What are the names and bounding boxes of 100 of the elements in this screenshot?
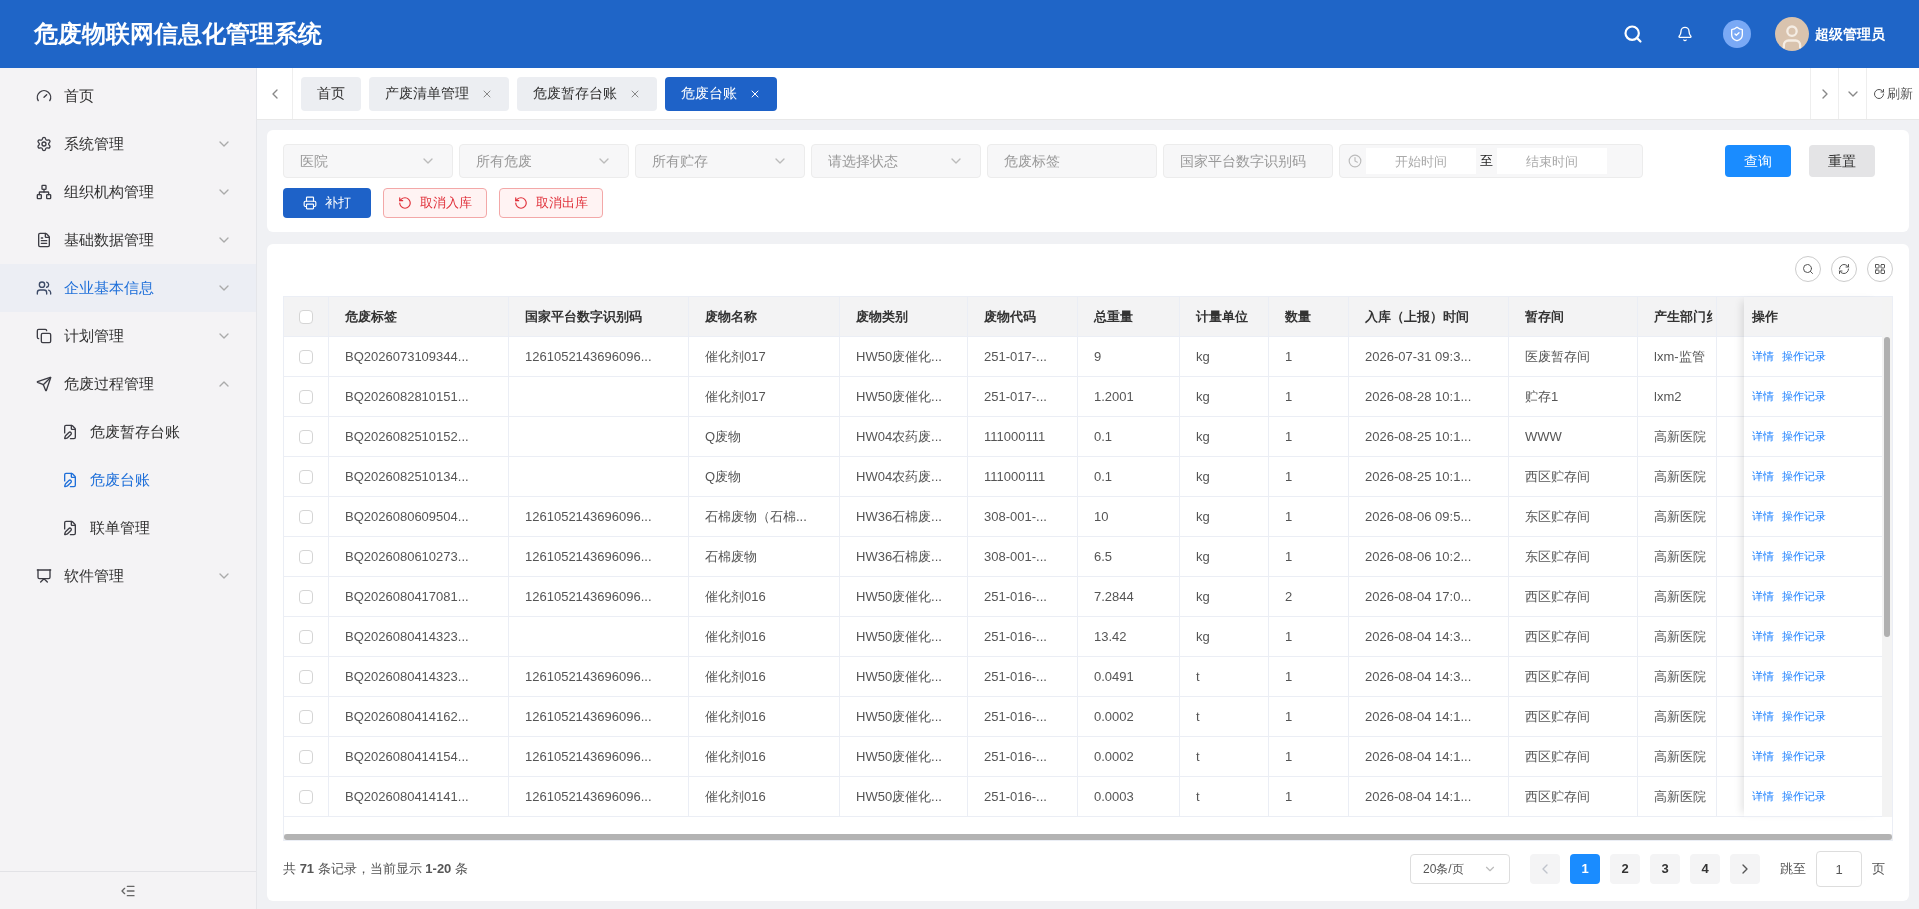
action-button[interactable]: 取消出库 (499, 188, 603, 218)
next-page-button[interactable] (1730, 854, 1760, 884)
date-range-field[interactable]: 开始时间 至 结束时间 (1339, 144, 1643, 178)
table-cell-text: HW50废催化... (856, 387, 942, 406)
page-size-select[interactable]: 20条/页 (1410, 854, 1510, 884)
action-button[interactable]: 取消入库 (383, 188, 487, 218)
checkbox[interactable] (299, 549, 313, 564)
avatar[interactable] (1775, 17, 1809, 51)
row-action-link[interactable]: 操作记录 (1782, 548, 1826, 565)
column-header: 废物名称 (705, 307, 757, 326)
bell-icon[interactable] (1677, 26, 1693, 42)
sidebar-item[interactable]: 系统管理 (0, 120, 256, 168)
checkbox[interactable] (299, 309, 313, 324)
page-tab[interactable]: 产废清单管理 (369, 76, 509, 111)
sidebar-item[interactable]: 基础数据管理 (0, 216, 256, 264)
page-button[interactable]: 3 (1650, 854, 1680, 884)
table-cell-text: 0.1 (1094, 427, 1113, 446)
table-cell-text: 13.42 (1094, 627, 1127, 646)
vertical-scrollbar[interactable] (1884, 337, 1890, 637)
page-button[interactable]: 2 (1610, 854, 1640, 884)
row-action-link[interactable]: 操作记录 (1782, 468, 1826, 485)
table-cell-text: kg (1196, 507, 1210, 526)
horizontal-scrollbar[interactable] (284, 834, 1892, 840)
table-cell-text: 251-016-... (984, 747, 1047, 766)
row-action-link[interactable]: 操作记录 (1782, 748, 1826, 765)
previous-page-button[interactable] (1530, 854, 1560, 884)
page-button[interactable]: 4 (1690, 854, 1720, 884)
checkbox[interactable] (299, 589, 313, 604)
search-button[interactable]: 查询 (1725, 145, 1791, 177)
select-field[interactable]: 医院 (283, 144, 453, 178)
clock-icon (1348, 154, 1362, 168)
sidebar-item[interactable]: 危废过程管理 (0, 360, 256, 408)
row-action-link[interactable]: 操作记录 (1782, 788, 1826, 805)
page-jump-input[interactable]: 1 (1816, 851, 1862, 887)
table-cell-text: 7.2844 (1094, 587, 1134, 606)
row-action-link[interactable]: 详情 (1752, 588, 1774, 605)
refresh-button[interactable]: 刷新 (1866, 68, 1919, 119)
checkbox[interactable] (299, 629, 313, 644)
row-action-link[interactable]: 详情 (1752, 668, 1774, 685)
sidebar-item[interactable]: 企业基本信息 (0, 264, 256, 312)
row-action-link[interactable]: 操作记录 (1782, 628, 1826, 645)
select-field[interactable]: 所有危废 (459, 144, 629, 178)
row-action-link[interactable]: 操作记录 (1782, 428, 1826, 445)
row-action-link[interactable]: 详情 (1752, 428, 1774, 445)
checkbox[interactable] (299, 709, 313, 724)
user-name[interactable]: 超级管理员 (1815, 23, 1885, 45)
start-date-input[interactable]: 开始时间 (1366, 148, 1476, 174)
sidebar-item[interactable]: 组织机构管理 (0, 168, 256, 216)
row-action-link[interactable]: 操作记录 (1782, 708, 1826, 725)
sidebar-item[interactable]: 计划管理 (0, 312, 256, 360)
search-icon[interactable] (1623, 24, 1643, 44)
checkbox[interactable] (299, 349, 313, 364)
checkbox[interactable] (299, 429, 313, 444)
row-action-link[interactable]: 详情 (1752, 748, 1774, 765)
page-tab[interactable]: 危废暂存台账 (517, 76, 657, 111)
input-field[interactable]: 国家平台数字识别码 (1163, 144, 1333, 178)
row-action-link[interactable]: 操作记录 (1782, 388, 1826, 405)
checkbox[interactable] (299, 669, 313, 684)
row-action-link[interactable]: 详情 (1752, 788, 1774, 805)
end-date-input[interactable]: 结束时间 (1497, 148, 1607, 174)
row-action-link[interactable]: 详情 (1752, 508, 1774, 525)
table-cell-text: 催化剂016 (705, 747, 766, 766)
checkbox[interactable] (299, 469, 313, 484)
table-cell-text: 111000111 (984, 427, 1046, 446)
checkbox[interactable] (299, 749, 313, 764)
table-cell-text: 0.0002 (1094, 707, 1134, 726)
row-action-link[interactable]: 详情 (1752, 548, 1774, 565)
page-tab[interactable]: 首页 (301, 76, 361, 111)
table-cell-text: 251-016-... (984, 627, 1047, 646)
table-cell-text: 1 (1285, 427, 1293, 446)
row-action-link[interactable]: 操作记录 (1782, 668, 1826, 685)
row-action-link[interactable]: 详情 (1752, 468, 1774, 485)
table-cell-text: Q废物 (705, 427, 742, 446)
sidebar-subitem[interactable]: 联单管理 (0, 504, 256, 552)
row-action-link[interactable]: 详情 (1752, 708, 1774, 725)
action-button[interactable]: 补打 (283, 188, 371, 218)
sidebar-item[interactable]: 首页 (0, 72, 256, 120)
row-action-link[interactable]: 操作记录 (1782, 588, 1826, 605)
page-tab[interactable]: 危废台账 (665, 76, 777, 111)
select-field[interactable]: 请选择状态 (811, 144, 981, 178)
sidebar-subitem[interactable]: 危废暂存台账 (0, 408, 256, 456)
checkbox[interactable] (299, 389, 313, 404)
checkbox[interactable] (299, 509, 313, 524)
row-action-link[interactable]: 详情 (1752, 348, 1774, 365)
input-field[interactable]: 危废标签 (987, 144, 1157, 178)
row-action-link[interactable]: 详情 (1752, 388, 1774, 405)
document-icon (62, 472, 78, 488)
row-action-link[interactable]: 操作记录 (1782, 348, 1826, 365)
checkbox[interactable] (299, 789, 313, 804)
page-button[interactable]: 1 (1570, 854, 1600, 884)
search-button[interactable]: 重置 (1809, 145, 1875, 177)
sidebar-subitem[interactable]: 危废台账 (0, 456, 256, 504)
select-field[interactable]: 所有贮存 (635, 144, 805, 178)
sidebar-item[interactable]: 软件管理 (0, 552, 256, 600)
table-cell-text: kg (1196, 547, 1210, 566)
shield-icon[interactable] (1723, 20, 1751, 48)
row-action-link[interactable]: 详情 (1752, 628, 1774, 645)
menu-icon (36, 184, 52, 200)
table-cell-text: HW50废催化... (856, 667, 942, 686)
row-action-link[interactable]: 操作记录 (1782, 508, 1826, 525)
